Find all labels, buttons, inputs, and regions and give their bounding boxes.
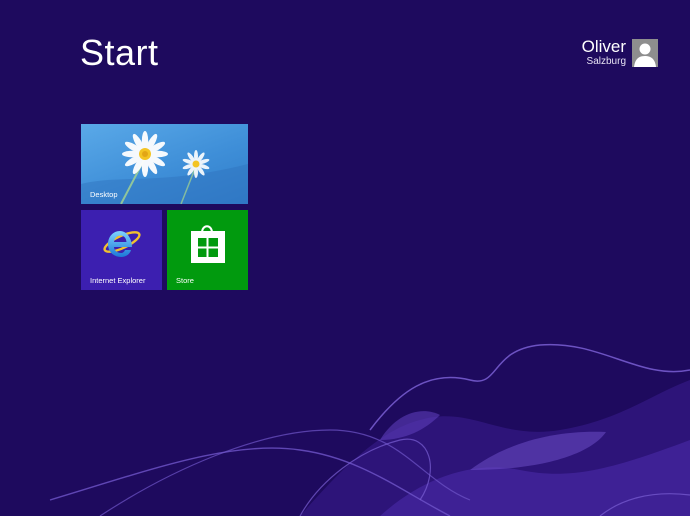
internet-explorer-tile[interactable]: Internet Explorer (81, 210, 162, 290)
avatar[interactable] (632, 39, 658, 67)
user-info: Oliver Salzburg (582, 38, 626, 67)
user-location: Salzburg (586, 56, 626, 67)
page-title: Start (80, 32, 159, 73)
desktop-tile[interactable]: Desktop (81, 124, 248, 204)
store-tile-label: Store (176, 276, 194, 285)
user-silhouette-icon (634, 43, 656, 67)
internet-explorer-tile-label: Internet Explorer (90, 276, 146, 285)
user-account[interactable]: Oliver Salzburg (582, 38, 658, 67)
desktop-tile-label: Desktop (90, 190, 118, 199)
user-name: Oliver (581, 37, 626, 56)
store-tile[interactable]: Store (167, 210, 248, 290)
